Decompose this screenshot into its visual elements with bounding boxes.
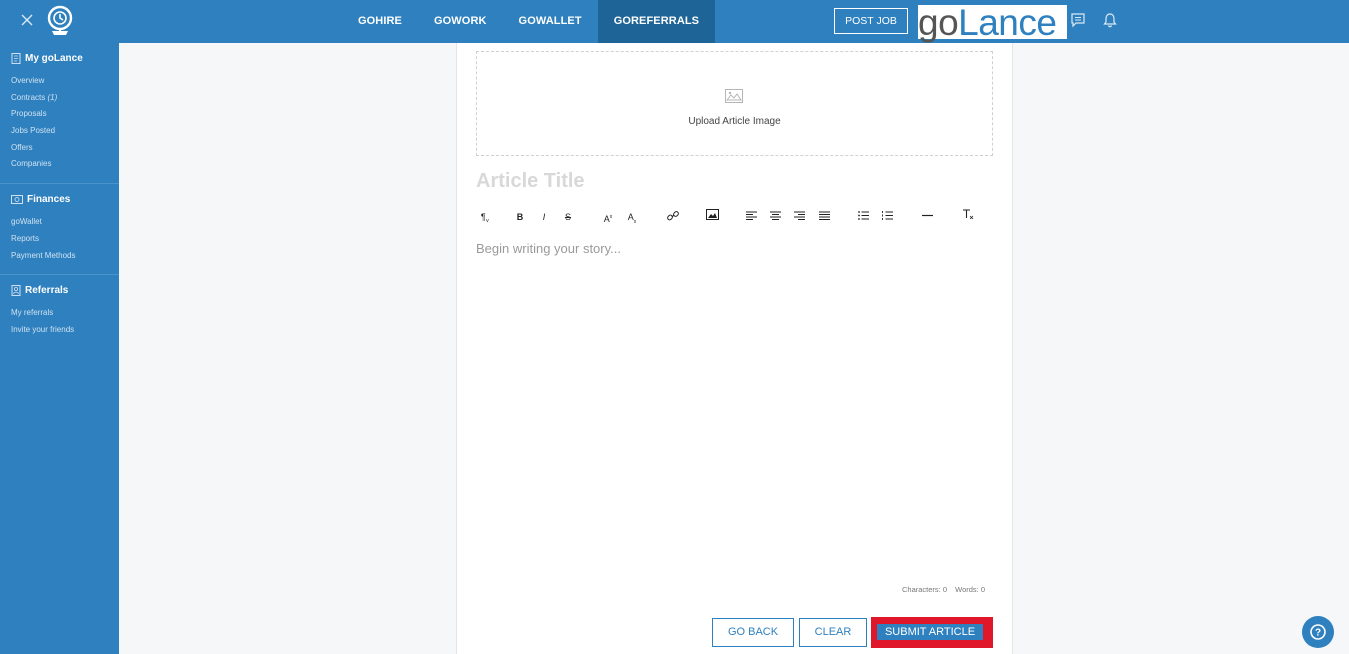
sidebar-heading-label: Referrals [25,284,69,296]
upload-article-image-label: Upload Article Image [688,116,781,127]
bulleted-list-icon[interactable] [857,209,869,225]
golance-globe-icon[interactable] [45,4,75,38]
nav-gohire[interactable]: GOHIRE [342,0,418,43]
logo-go: go [918,2,959,43]
contracts-count: (1) [47,92,58,102]
submit-article-button[interactable]: SUBMIT ARTICLE [877,624,983,640]
strikethrough-icon[interactable]: S [562,209,574,225]
clear-button[interactable]: CLEAR [799,618,867,647]
sidebar: My goLance Overview Contracts (1) Propos… [0,43,119,654]
align-center-icon[interactable] [769,209,781,225]
main-nav: GOHIRE GOWORK GOWALLET GOREFERRALS [342,0,716,43]
money-icon [11,194,23,204]
sidebar-item-label: Contracts [11,92,46,102]
article-body-editor[interactable] [476,241,993,571]
sidebar-section-referrals: Referrals My referrals Invite your frien… [0,275,119,348]
sidebar-item-payment-methods[interactable]: Payment Methods [0,248,119,265]
sidebar-heading-referrals[interactable]: Referrals [0,283,119,297]
editor-counts: Characters: 0 Words: 0 [896,585,985,594]
image-icon [725,89,743,103]
sidebar-item-invite-friends[interactable]: Invite your friends [0,322,119,339]
sidebar-section-finances: Finances goWallet Reports Payment Method… [0,184,119,276]
upload-article-image-dropzone[interactable]: Upload Article Image [476,51,993,156]
sidebar-heading-mygolance[interactable]: My goLance [0,51,119,65]
sidebar-item-offers[interactable]: Offers [0,140,119,157]
golance-logo: goLance [918,2,1067,43]
sidebar-item-overview[interactable]: Overview [0,73,119,90]
sidebar-item-proposals[interactable]: Proposals [0,106,119,123]
link-icon[interactable] [665,209,681,225]
subscript-icon[interactable]: Ax [626,209,638,225]
submit-article-highlight: SUBMIT ARTICLE [871,617,993,648]
bold-icon[interactable]: B [514,209,526,225]
sidebar-heading-finances[interactable]: Finances [0,192,119,206]
editor-toolbar: ¶˅ B I S Ax Ax [476,209,993,225]
document-icon [11,52,21,64]
nav-gowork[interactable]: GOWORK [418,0,503,43]
align-right-icon[interactable] [793,209,805,225]
go-back-button[interactable]: GO BACK [712,618,794,647]
sidebar-item-contracts[interactable]: Contracts (1) [0,90,119,107]
sidebar-heading-label: My goLance [25,52,83,64]
svg-text:?: ? [1315,628,1321,639]
sidebar-section-mygolance: My goLance Overview Contracts (1) Propos… [0,43,119,185]
nav-goreferrals[interactable]: GOREFERRALS [597,0,716,43]
sidebar-heading-label: Finances [27,193,71,205]
post-job-button[interactable]: POST JOB [834,8,908,34]
sidebar-item-reports[interactable]: Reports [0,231,119,248]
clear-formatting-icon[interactable] [962,209,974,225]
align-justify-icon[interactable] [818,209,830,225]
nav-gowallet[interactable]: GOWALLET [503,0,598,43]
referral-icon [11,284,21,296]
insert-image-icon[interactable] [705,209,719,225]
logo-text: goLance [918,2,1057,44]
paragraph-format-icon[interactable]: ¶˅ [478,209,492,225]
sidebar-item-companies[interactable]: Companies [0,156,119,173]
article-title-input[interactable] [476,169,993,193]
bell-icon[interactable] [1102,12,1120,30]
close-icon[interactable] [20,12,36,30]
superscript-icon[interactable]: Ax [602,209,614,225]
words-count: Words: 0 [955,585,985,594]
characters-count: Characters: 0 [902,585,948,594]
numbered-list-icon[interactable] [881,209,893,225]
sidebar-item-jobs-posted[interactable]: Jobs Posted [0,123,119,140]
chat-icon[interactable] [1070,12,1088,30]
article-editor-card: Upload Article Image ¶˅ B I S Ax Ax [456,43,1013,654]
sidebar-item-my-referrals[interactable]: My referrals [0,305,119,322]
italic-icon[interactable]: I [538,209,550,225]
horizontal-rule-icon[interactable] [921,209,933,225]
align-left-icon[interactable] [745,209,757,225]
sidebar-item-gowallet[interactable]: goWallet [0,214,119,231]
top-navigation-bar: GOHIRE GOWORK GOWALLET GOREFERRALS POST … [0,0,1349,43]
help-icon[interactable]: ? [1302,616,1334,648]
logo-lance: Lance [958,2,1057,43]
